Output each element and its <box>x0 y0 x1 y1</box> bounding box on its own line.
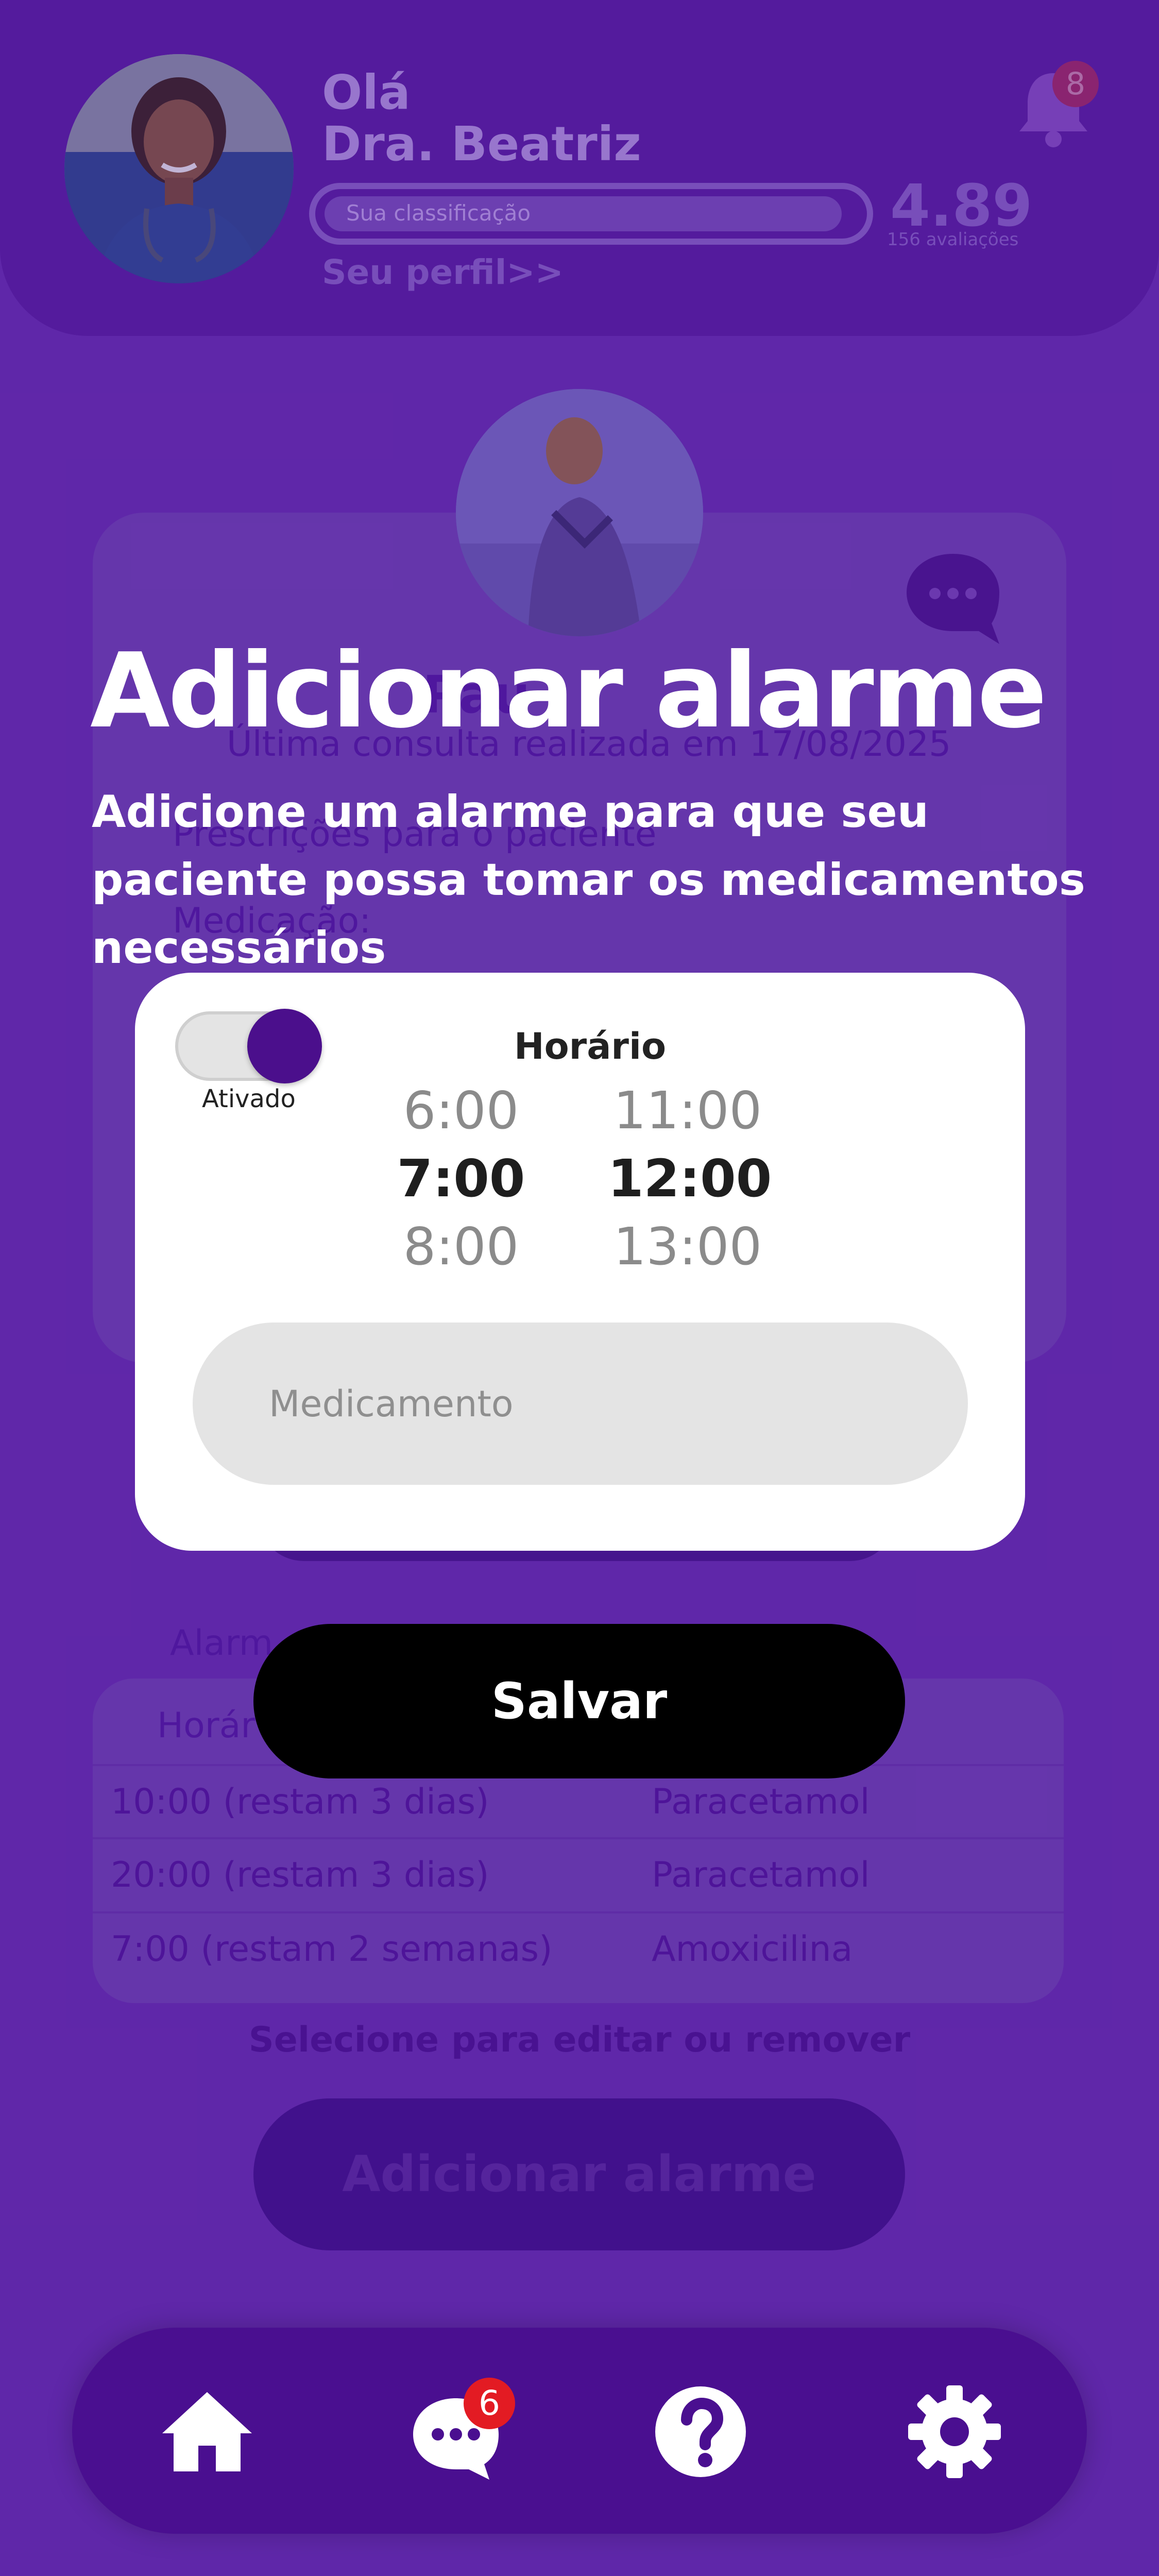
toggle-label: Ativado <box>202 1084 296 1113</box>
minute-picker[interactable]: 11:00 12:00 13:00 <box>608 1077 772 1281</box>
save-button[interactable]: Salvar <box>253 1624 905 1778</box>
help-icon[interactable] <box>652 2383 749 2481</box>
modal-subtitle: Adicione um alarme para que seu paciente… <box>92 786 1085 974</box>
hour-picker[interactable]: 6:00 7:00 8:00 <box>397 1077 525 1281</box>
medication-input[interactable] <box>193 1323 968 1485</box>
minute-option[interactable]: 11:00 <box>608 1077 768 1145</box>
minute-option-selected[interactable]: 12:00 <box>608 1145 772 1213</box>
time-label: Horário <box>514 1025 667 1067</box>
screen: Olá Dra. Beatriz Sua classificação 4.89 … <box>0 0 1159 2576</box>
active-toggle[interactable] <box>175 1009 322 1083</box>
gear-icon[interactable] <box>906 2383 1003 2481</box>
hour-option[interactable]: 6:00 <box>397 1077 525 1145</box>
hour-option[interactable]: 8:00 <box>397 1213 525 1281</box>
chat-badge: 6 <box>464 2378 515 2429</box>
toggle-knob <box>247 1009 322 1083</box>
home-icon[interactable] <box>158 2383 256 2481</box>
minute-option[interactable]: 13:00 <box>608 1213 768 1281</box>
modal-title: Adicionar alarme <box>90 631 1047 751</box>
hour-option-selected[interactable]: 7:00 <box>397 1145 525 1213</box>
